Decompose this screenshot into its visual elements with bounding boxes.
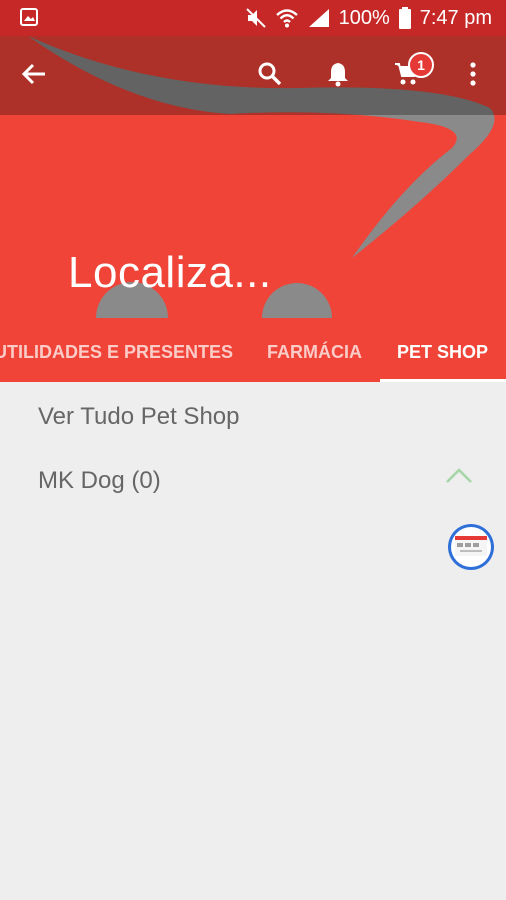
tab-utilidades-e-presentes[interactable]: UTILIDADES E PRESENTES <box>0 334 233 382</box>
status-bar: 100% 7:47 pm <box>0 0 506 36</box>
active-tab-indicator <box>380 379 506 382</box>
notifications-button[interactable] <box>320 56 356 92</box>
floating-chat-bubble[interactable] <box>448 524 494 570</box>
tab-farmacia[interactable]: FARMÁCIA <box>267 334 362 382</box>
bell-icon <box>328 63 348 87</box>
list-item-mk-dog[interactable]: MK Dog (0) <box>38 467 161 495</box>
search-button[interactable] <box>252 56 288 92</box>
tab-pet-shop[interactable]: PET SHOP <box>397 334 488 382</box>
back-button[interactable] <box>16 56 52 92</box>
chevron-up-icon[interactable] <box>444 466 474 486</box>
search-icon <box>258 62 282 86</box>
app-thumbnail-icon <box>455 536 487 556</box>
page-title: Localiza... <box>68 248 272 297</box>
battery-percent: 100% <box>338 6 390 29</box>
back-arrow-icon <box>21 63 45 85</box>
list-item-ver-tudo[interactable]: Ver Tudo Pet Shop <box>38 403 239 431</box>
more-vertical-icon <box>470 62 476 86</box>
category-tabs: UTILIDADES E PRESENTES FARMÁCIA PET SHOP <box>0 334 506 382</box>
signal-icon <box>308 9 329 27</box>
vibrate-off-icon <box>245 8 266 28</box>
clock: 7:47 pm <box>419 6 492 29</box>
more-options-button[interactable] <box>455 56 491 92</box>
wifi-icon <box>275 9 298 28</box>
gallery-icon <box>20 8 38 26</box>
cart-count-badge: 1 <box>408 52 434 78</box>
app-header: 1 Localiza... UTILIDADES E PRESENTES FAR… <box>0 36 506 382</box>
battery-icon <box>398 7 411 29</box>
